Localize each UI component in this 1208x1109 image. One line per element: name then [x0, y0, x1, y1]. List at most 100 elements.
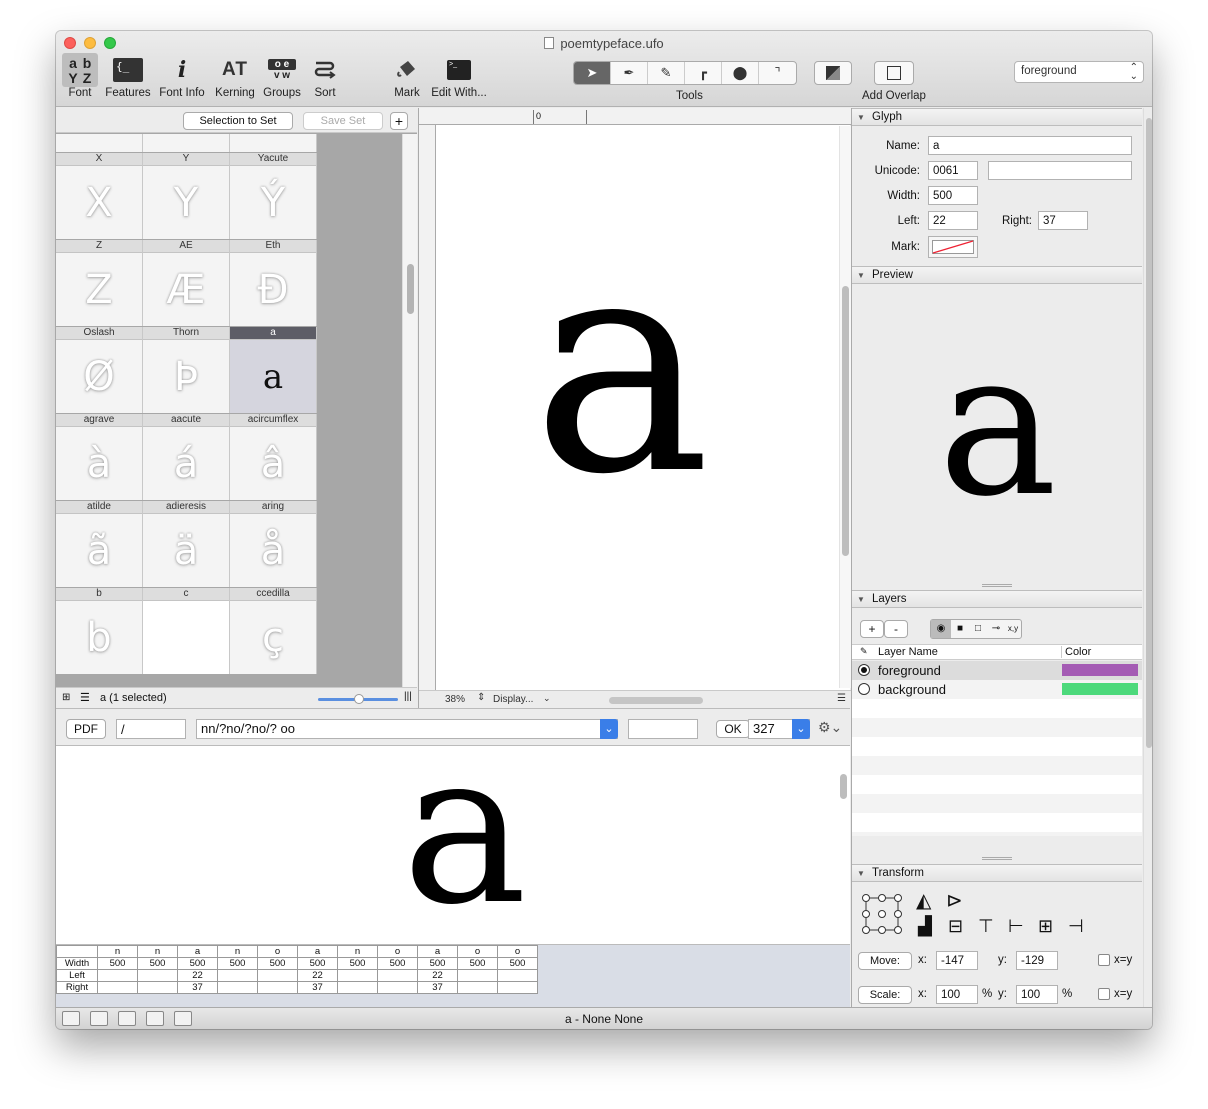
metrics-cell[interactable]: 500	[297, 957, 338, 970]
shapes-tool-icon[interactable]: ⬤	[722, 62, 759, 84]
scale-button[interactable]: Scale:	[858, 986, 912, 1004]
points-icon[interactable]: ⊸	[987, 620, 1005, 638]
metrics-cell[interactable]: 500	[257, 957, 298, 970]
radio-icon[interactable]	[858, 683, 870, 695]
add-layer-button[interactable]: +	[860, 620, 884, 638]
measure-tool-icon[interactable]: ┏	[685, 62, 722, 84]
slider-knob[interactable]	[354, 694, 364, 704]
features-button[interactable]: {_ Features	[102, 53, 154, 99]
select-tool-icon[interactable]: ➤	[574, 62, 611, 84]
gear-icon[interactable]: ⚙⌄	[818, 719, 842, 736]
scale-y-field[interactable]	[1016, 985, 1058, 1004]
metrics-cell[interactable]: 500	[97, 957, 138, 970]
scale-xy-checkbox[interactable]	[1098, 988, 1110, 1000]
font-button[interactable]: abYZ Font	[62, 53, 98, 99]
remove-overlap-button[interactable]	[814, 61, 852, 85]
glyph-cell[interactable]: Yacute Ý	[230, 153, 317, 239]
unicode-field[interactable]	[928, 161, 978, 180]
metrics-cell[interactable]	[257, 981, 298, 994]
metrics-cell[interactable]	[217, 981, 258, 994]
preview-section-header[interactable]: Preview	[852, 266, 1142, 284]
align-right-icon[interactable]: ⊣	[1068, 916, 1084, 937]
remove-layer-button[interactable]: -	[884, 620, 908, 638]
mark-color-well[interactable]	[928, 236, 978, 258]
cell-size-slider[interactable]	[318, 694, 398, 704]
fill-icon[interactable]: ■	[951, 620, 969, 638]
metrics-cell[interactable]	[137, 981, 178, 994]
scrollbar-thumb[interactable]	[842, 286, 849, 556]
glyph-section-header[interactable]: Glyph	[852, 108, 1142, 126]
glyph-outline[interactable]: a	[532, 216, 711, 516]
metrics-cell[interactable]	[497, 969, 538, 982]
size-combo[interactable]: 327 ⌄	[748, 719, 810, 739]
metrics-cell[interactable]: 500	[457, 957, 498, 970]
metrics-cell[interactable]	[217, 969, 258, 982]
layers-section-header[interactable]: Layers	[852, 590, 1142, 608]
move-button[interactable]: Move:	[858, 952, 912, 970]
menu-icon[interactable]: ☰	[837, 693, 846, 704]
kerning-button[interactable]: AT Kerning	[211, 53, 259, 99]
layer-row[interactable]: background	[852, 680, 1142, 699]
flip-horizontal-icon[interactable]: ◭	[916, 888, 931, 913]
glyph-cell[interactable]: acircumflex â	[230, 414, 317, 500]
color-column[interactable]: Color	[1061, 646, 1091, 658]
metrics-cell[interactable]: 500	[497, 957, 538, 970]
metrics-cell[interactable]	[97, 969, 138, 982]
glyph-cell[interactable]: V	[143, 134, 230, 152]
align-center-vertical-icon[interactable]: ⊟	[948, 916, 963, 937]
list-view-icon[interactable]: ☰	[80, 691, 90, 704]
metrics-cell[interactable]: 22	[177, 969, 218, 982]
metrics-cell[interactable]: 500	[417, 957, 458, 970]
metrics-cell[interactable]: 500	[137, 957, 178, 970]
metrics-cell[interactable]	[137, 969, 178, 982]
groups-button[interactable]: o ev w Groups	[260, 53, 304, 99]
glyph-cell[interactable]: Oslash Ø	[56, 327, 143, 413]
preview-scrollbar-thumb[interactable]	[840, 774, 847, 799]
layer-row[interactable]: foreground	[852, 661, 1142, 680]
glyph-cell[interactable]: U	[56, 134, 143, 152]
move-xy-checkbox[interactable]	[1098, 954, 1110, 966]
scrollbar-thumb[interactable]	[407, 264, 414, 314]
glyph-cell[interactable]: Thorn Þ	[143, 327, 230, 413]
align-center-horizontal-icon[interactable]: ⊞	[1038, 916, 1053, 937]
glyph-cell[interactable]: atilde ã	[56, 501, 143, 587]
glyph-cell[interactable]: Eth Ð	[230, 240, 317, 326]
edit-with-button[interactable]: >_ Edit With...	[428, 53, 490, 99]
glyph-cell[interactable]: adieresis ä	[143, 501, 230, 587]
transform-section-header[interactable]: Transform	[852, 864, 1142, 882]
metrics-cell[interactable]	[457, 981, 498, 994]
metrics-cell[interactable]: 500	[177, 957, 218, 970]
layer-color-swatch[interactable]	[1062, 683, 1138, 695]
metrics-cell[interactable]	[497, 981, 538, 994]
unicode-extra-field[interactable]	[988, 161, 1132, 180]
layer-color-swatch[interactable]	[1062, 664, 1138, 676]
pdf-button[interactable]: PDF	[66, 719, 106, 739]
display-menu[interactable]: Display...	[493, 694, 533, 705]
align-bottom-icon[interactable]: ▟	[918, 916, 932, 937]
glyph-cell[interactable]: XX	[56, 153, 143, 239]
glyph-cell[interactable]: YY	[143, 153, 230, 239]
left-margin-field[interactable]	[928, 211, 978, 230]
scrollbar-thumb[interactable]	[1146, 118, 1152, 748]
scale-x-field[interactable]	[936, 985, 978, 1004]
inspector-scrollbar[interactable]	[1143, 108, 1152, 1007]
resize-handle[interactable]	[982, 857, 1012, 860]
glyph-cell[interactable]: AE Æ	[143, 240, 230, 326]
flip-vertical-icon[interactable]: ⊳	[946, 888, 963, 913]
radio-selected-icon[interactable]	[858, 664, 870, 676]
metrics-cell[interactable]	[257, 969, 298, 982]
layer-select[interactable]: foreground ⌃ ⌄	[1014, 61, 1144, 83]
slice-tool-icon[interactable]: ⌝	[759, 62, 796, 84]
metrics-cell[interactable]	[337, 969, 378, 982]
metrics-cell[interactable]: 500	[217, 957, 258, 970]
metrics-cell[interactable]: 37	[417, 981, 458, 994]
glyph-cell[interactable]: ZZ	[56, 240, 143, 326]
glyph-cell[interactable]: c	[143, 588, 230, 674]
add-overlap-button[interactable]	[874, 61, 914, 85]
glyph-input[interactable]	[116, 719, 186, 739]
eye-icon[interactable]: ◉	[931, 620, 951, 638]
grid-view-icon[interactable]: ⊞	[62, 692, 70, 703]
metrics-cell[interactable]	[377, 981, 418, 994]
metrics-cell[interactable]: 500	[377, 957, 418, 970]
horizontal-scrollbar-thumb[interactable]	[609, 697, 703, 704]
